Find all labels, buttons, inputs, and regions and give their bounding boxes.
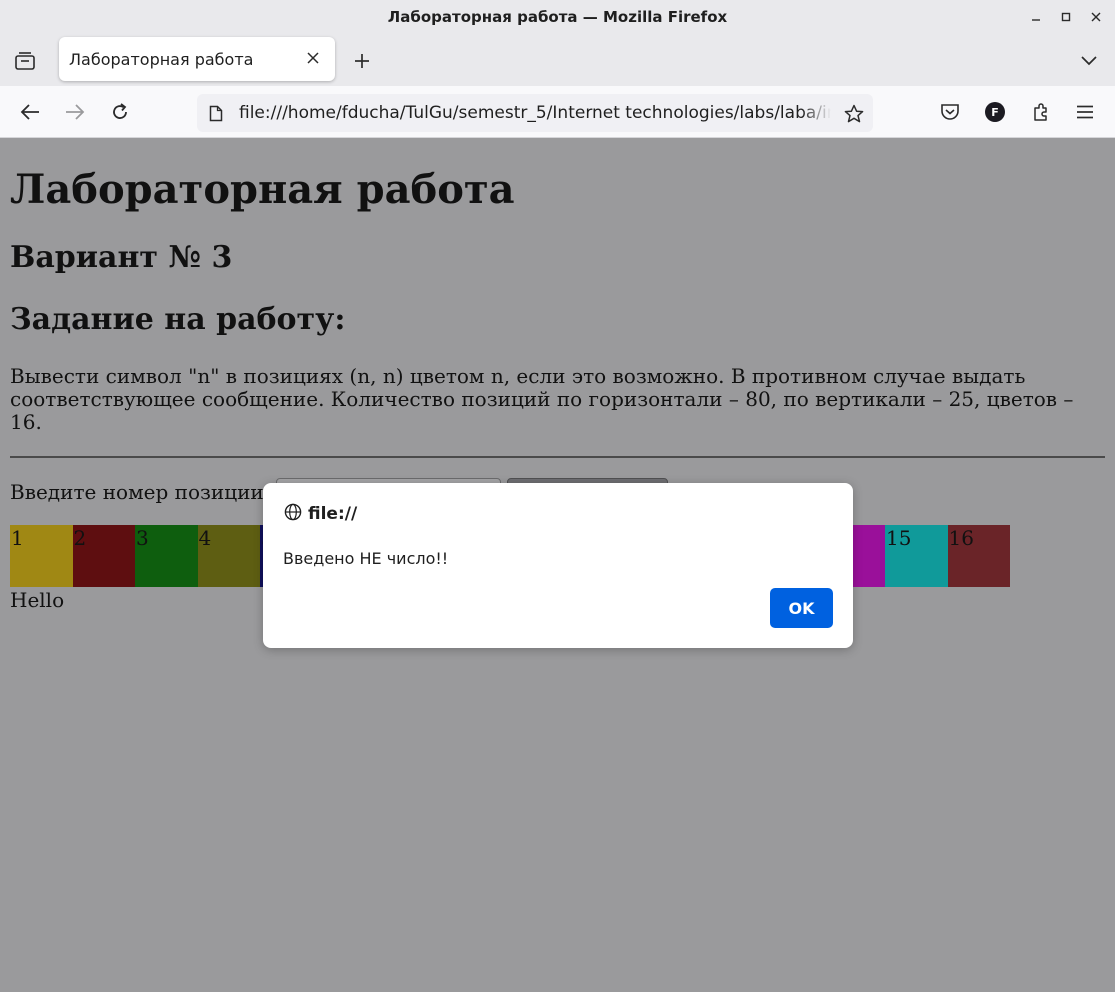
palette-cell-16: 16 bbox=[947, 525, 1010, 587]
tab-title: Лабораторная работа bbox=[69, 49, 254, 69]
position-prompt-label: Введите номер позиции bbox=[10, 480, 264, 504]
alert-dialog: file:// Введено НЕ число!! OK bbox=[263, 483, 853, 648]
hamburger-menu-icon[interactable] bbox=[1073, 100, 1097, 124]
reload-icon[interactable] bbox=[108, 100, 132, 124]
dialog-origin: file:// bbox=[284, 503, 358, 526]
output-text: Hello bbox=[10, 588, 65, 612]
task-text: Вывести символ "n" в позициях (n, n) цве… bbox=[10, 364, 1074, 434]
task-heading: Задание на работу: bbox=[10, 302, 346, 337]
palette-cell-3: 3 bbox=[135, 525, 198, 587]
dialog-origin-text: file:// bbox=[308, 504, 358, 524]
palette-cell-4: 4 bbox=[197, 525, 260, 587]
extensions-puzzle-icon[interactable] bbox=[1029, 100, 1053, 124]
forward-arrow-icon[interactable] bbox=[63, 100, 87, 124]
url-bar[interactable]: file:///home/fducha/TulGu/semestr_5/Inte… bbox=[197, 94, 873, 132]
tab-active[interactable]: Лабораторная работа bbox=[59, 37, 335, 81]
dialog-message: Введено НЕ число!! bbox=[283, 549, 449, 568]
firefox-view-icon[interactable] bbox=[10, 48, 40, 74]
divider bbox=[10, 456, 1105, 458]
tab-close-icon[interactable] bbox=[303, 48, 323, 68]
ok-button[interactable]: OK bbox=[770, 588, 833, 628]
window-title: Лабораторная работа — Mozilla Firefox bbox=[387, 8, 728, 26]
globe-icon bbox=[284, 503, 302, 526]
palette-cell-15: 15 bbox=[885, 525, 948, 587]
new-tab-icon[interactable] bbox=[350, 49, 374, 73]
tab-strip: Лабораторная работа bbox=[0, 34, 1115, 86]
page-heading: Лабораторная работа bbox=[10, 166, 515, 213]
minimize-icon[interactable] bbox=[1025, 6, 1047, 28]
page-file-icon bbox=[207, 104, 225, 122]
nav-bar: file:///home/fducha/TulGu/semestr_5/Inte… bbox=[0, 86, 1115, 138]
url-text[interactable]: file:///home/fducha/TulGu/semestr_5/Inte… bbox=[239, 103, 831, 123]
maximize-icon[interactable] bbox=[1055, 6, 1077, 28]
pocket-icon[interactable] bbox=[938, 100, 962, 124]
account-initial: F bbox=[985, 102, 1005, 122]
close-icon[interactable] bbox=[1085, 6, 1107, 28]
window-titlebar: Лабораторная работа — Mozilla Firefox bbox=[0, 0, 1115, 34]
variant-heading: Вариант № 3 bbox=[10, 240, 233, 275]
back-arrow-icon[interactable] bbox=[18, 100, 42, 124]
bookmark-star-icon[interactable] bbox=[843, 103, 865, 125]
window-controls bbox=[1025, 6, 1107, 28]
account-avatar[interactable]: F bbox=[983, 100, 1007, 124]
palette-cell-1: 1 bbox=[10, 525, 73, 587]
tab-list-chevron-down-icon[interactable] bbox=[1077, 49, 1101, 73]
palette-cell-2: 2 bbox=[72, 525, 135, 587]
